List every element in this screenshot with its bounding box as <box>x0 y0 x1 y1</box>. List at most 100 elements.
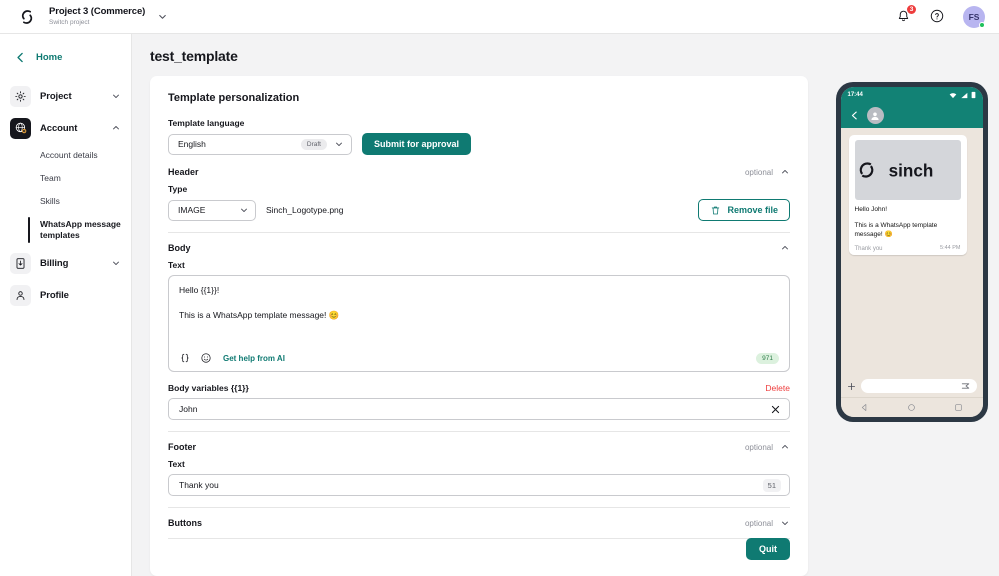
android-home-icon[interactable] <box>907 403 916 412</box>
project-selector[interactable]: Project 3 (Commerce) Switch project <box>49 6 145 27</box>
buttons-section-head: Buttons optional <box>168 507 790 528</box>
remove-file-button[interactable]: Remove file <box>698 199 790 221</box>
phone-mockup: 17:44 <box>836 82 988 422</box>
get-help-from-ai-link[interactable]: Get help from AI <box>223 354 285 363</box>
body-text-input[interactable]: Hello {{1}}! This is a WhatsApp template… <box>168 275 790 372</box>
arrow-left-icon[interactable] <box>849 110 860 121</box>
body-row: Home Project <box>0 34 999 576</box>
close-icon[interactable] <box>770 404 781 415</box>
phone-input-row <box>841 375 983 397</box>
footer-text-label: Text <box>168 459 790 469</box>
page-title: test_template <box>150 48 810 64</box>
header-type-label: Type <box>168 184 790 194</box>
sidebar-item-project[interactable]: Project <box>0 80 131 112</box>
project-switch-label: Switch project <box>49 18 145 27</box>
body-variable-input[interactable]: John <box>168 398 790 420</box>
header-section-title: Header <box>168 167 745 177</box>
battery-icon <box>971 91 976 99</box>
arrow-left-icon <box>14 51 27 64</box>
chevron-down-icon[interactable] <box>780 518 790 528</box>
footer-optional-label: optional <box>745 443 773 452</box>
template-language-label: Template language <box>168 118 790 128</box>
body-variables-title: Body variables {{1}} <box>168 383 765 393</box>
card-title: Template personalization <box>168 92 790 104</box>
body-section-head: Body <box>168 232 790 253</box>
phone-screen: 17:44 <box>841 87 983 417</box>
main-content: test_template Template personalization T… <box>132 34 824 576</box>
delete-variable-link[interactable]: Delete <box>765 383 790 393</box>
account-subnav: Account details Team Skills WhatsApp mes… <box>0 144 131 247</box>
section-divider <box>168 538 790 539</box>
contact-avatar-icon <box>867 107 884 124</box>
chevron-up-icon[interactable] <box>111 123 121 133</box>
header-type-row: IMAGE Sinch_Logotype.png Remove file <box>168 199 790 221</box>
application-window: Project 3 (Commerce) Switch project 3 <box>0 0 999 576</box>
template-language-select[interactable]: English Draft <box>168 134 352 155</box>
send-icon[interactable] <box>961 381 971 391</box>
phone-status-time: 17:44 <box>848 92 863 98</box>
sidebar-item-label: Profile <box>40 290 121 301</box>
topbar-actions: 3 FS <box>895 6 985 28</box>
variable-braces-icon[interactable] <box>179 352 191 364</box>
body-character-counter: 971 <box>756 353 779 364</box>
top-bar: Project 3 (Commerce) Switch project 3 <box>0 0 999 34</box>
chevron-up-icon[interactable] <box>780 243 790 253</box>
chevron-up-icon[interactable] <box>780 442 790 452</box>
chevron-down-icon[interactable] <box>111 258 121 268</box>
sidebar-item-skills[interactable]: Skills <box>0 190 131 213</box>
help-circle-icon <box>929 8 945 24</box>
body-section-title: Body <box>168 243 780 253</box>
footer-section-title: Footer <box>168 442 745 452</box>
chevron-down-icon[interactable] <box>111 91 121 101</box>
message-line-2: This is a WhatsApp template message! 😊 <box>855 221 961 239</box>
quit-button[interactable]: Quit <box>746 538 790 560</box>
template-personalization-card: Template personalization Template langua… <box>150 76 808 576</box>
android-back-icon[interactable] <box>860 403 869 412</box>
online-status-dot <box>979 22 985 28</box>
notifications-button[interactable]: 3 <box>895 8 912 25</box>
chevron-down-icon <box>239 205 249 215</box>
preview-panel: 17:44 <box>824 34 999 576</box>
body-text-line-2: This is a WhatsApp template message! 😊 <box>179 309 779 322</box>
phone-chat-area: sinch Hello John! This is a WhatsApp tem… <box>841 128 983 375</box>
sidebar-item-home[interactable]: Home <box>0 46 131 68</box>
phone-status-bar: 17:44 <box>841 87 983 103</box>
status-badge: Draft <box>301 139 327 150</box>
buttons-optional-label: optional <box>745 519 773 528</box>
phone-status-icons <box>949 91 976 99</box>
android-recents-icon[interactable] <box>954 403 963 412</box>
emoji-icon[interactable] <box>200 352 212 364</box>
footer-character-counter: 51 <box>763 479 781 492</box>
sidebar-item-profile[interactable]: Profile <box>0 279 131 311</box>
plus-icon[interactable] <box>847 382 856 391</box>
message-image-preview: sinch <box>855 140 961 200</box>
phone-chat-header <box>841 103 983 128</box>
message-line-1: Hello John! <box>855 205 961 214</box>
gear-icon <box>10 86 31 107</box>
user-menu[interactable]: FS <box>963 6 985 28</box>
sidebar-item-billing[interactable]: Billing <box>0 247 131 279</box>
submit-for-approval-button[interactable]: Submit for approval <box>362 133 471 155</box>
body-variable-value: John <box>179 404 770 414</box>
header-type-select[interactable]: IMAGE <box>168 200 256 221</box>
body-variables-head: Body variables {{1}} Delete <box>168 383 790 393</box>
sidebar-item-team[interactable]: Team <box>0 167 131 190</box>
chevron-down-icon <box>334 139 344 149</box>
svg-text:sinch: sinch <box>888 162 933 181</box>
buttons-section-title: Buttons <box>168 518 745 528</box>
footer-text-input[interactable]: Thank you 51 <box>168 474 790 496</box>
chevron-up-icon[interactable] <box>780 167 790 177</box>
body-text-toolbar: Get help from AI 971 <box>179 345 779 371</box>
help-button[interactable] <box>929 8 946 25</box>
notification-badge: 3 <box>906 4 917 15</box>
message-bubble: sinch Hello John! This is a WhatsApp tem… <box>849 135 967 255</box>
chevron-down-icon[interactable] <box>157 11 168 22</box>
sidebar: Home Project <box>0 34 132 576</box>
sinch-logo-image: sinch <box>856 157 960 183</box>
body-text-line-1: Hello {{1}}! <box>179 284 779 297</box>
phone-message-input[interactable] <box>861 379 977 393</box>
sidebar-item-whatsapp-message-templates[interactable]: WhatsApp message templates <box>0 213 131 247</box>
template-language-row: English Draft Submit for approval <box>168 133 790 155</box>
sidebar-item-account-details[interactable]: Account details <box>0 144 131 167</box>
sidebar-item-account[interactable]: Account <box>0 112 131 144</box>
